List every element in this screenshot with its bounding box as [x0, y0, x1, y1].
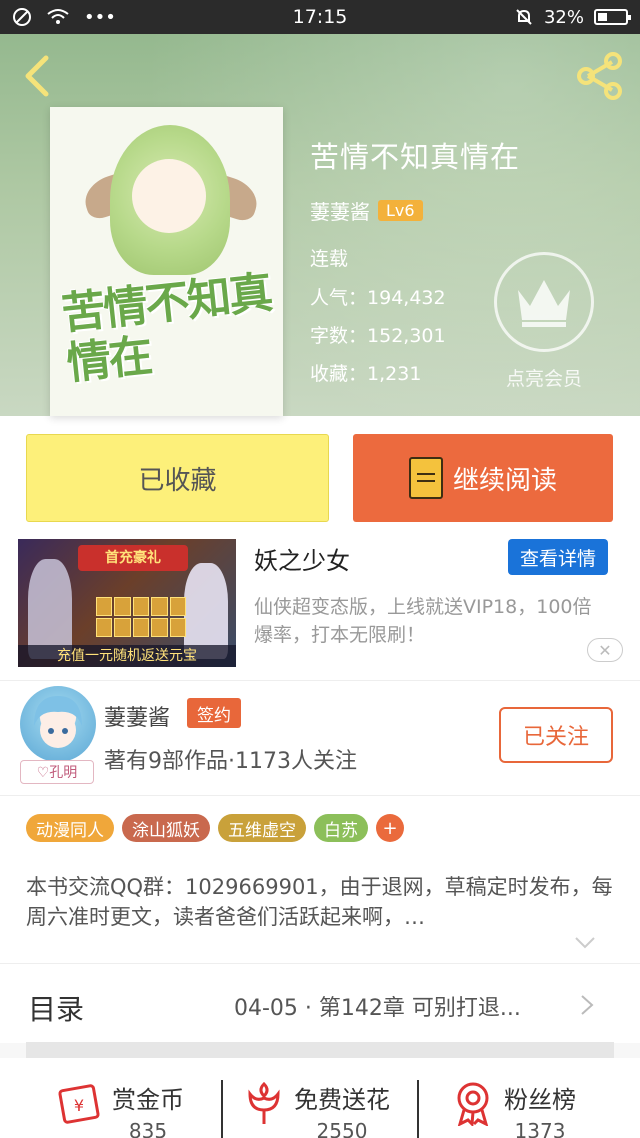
ad-figure-left	[28, 559, 72, 659]
mute-bell-icon	[516, 9, 532, 25]
status-time: 17:15	[292, 6, 348, 28]
sign-badge: 签约	[187, 698, 241, 728]
ad-image-grid	[96, 597, 186, 637]
book-author-line: 萋萋酱 Lv6	[310, 196, 423, 225]
ad-description: 仙侠超变态版，上线就送VIP18，100倍爆率，打本无限刷！	[254, 596, 592, 646]
ad-close-icon[interactable]: ✕	[587, 638, 623, 662]
tag-item[interactable]: 五维虚空	[218, 814, 306, 842]
book-title: 苦情不知真情在	[310, 140, 521, 174]
catalog-label[interactable]: 目录	[28, 988, 84, 1028]
tag-item[interactable]: 涂山狐妖	[122, 814, 210, 842]
ad-image-footer: 充值一元随机返送元宝	[18, 645, 236, 667]
chevron-down-icon[interactable]	[574, 936, 596, 950]
tag-list: 动漫同人 涂山狐妖 五维虚空 白苏 +	[26, 814, 404, 842]
chevron-right-icon[interactable]	[580, 994, 594, 1016]
avatar[interactable]	[20, 686, 96, 762]
favorites-value: 1,231	[367, 363, 422, 385]
book-words: 字数：152,301	[310, 321, 446, 348]
red-envelope-icon: ¥	[58, 1084, 100, 1124]
book-popularity: 人气：194,432	[310, 283, 446, 310]
popularity-value: 194,432	[367, 287, 446, 309]
ad-image-banner: 首充豪礼	[78, 545, 188, 571]
cover-face	[132, 159, 206, 233]
stat-divider	[417, 1080, 419, 1138]
ad-image[interactable]: 首充豪礼 充值一元随机返送元宝	[18, 539, 236, 667]
book-author-name[interactable]: 萋萋酱	[310, 196, 370, 225]
back-icon[interactable]	[16, 52, 56, 100]
latest-chapter[interactable]: 04-05 · 第142章 可别打退...	[234, 990, 521, 1022]
reward-coin-label: 赏金币	[112, 1086, 184, 1114]
section-divider	[26, 1042, 614, 1058]
add-tag-button[interactable]: +	[376, 814, 404, 842]
ad-detail-button[interactable]: 查看详情	[508, 539, 608, 575]
free-flower-stat[interactable]: 免费送花 2550	[244, 1080, 390, 1138]
medal-icon	[457, 1082, 489, 1126]
share-icon[interactable]	[572, 48, 628, 104]
fan-rank-value: 1373	[514, 1119, 566, 1138]
tag-item[interactable]: 白苏	[314, 814, 368, 842]
avatar-tag: ♡孔明	[20, 760, 94, 784]
flower-icon	[248, 1081, 280, 1124]
book-icon	[408, 457, 443, 499]
collected-button[interactable]: 已收藏	[26, 434, 329, 522]
vip-button[interactable]	[494, 252, 594, 352]
fan-rank-label: 粉丝榜	[504, 1086, 576, 1114]
cover-title-art: 苦情不知真情在	[59, 267, 274, 390]
crown-icon	[518, 280, 570, 327]
book-status: 连载	[310, 248, 349, 270]
follow-button[interactable]: 已关注	[499, 707, 613, 763]
continue-read-label: 继续阅读	[452, 465, 557, 496]
tag-item[interactable]: 动漫同人	[26, 814, 114, 842]
vip-label[interactable]: 点亮会员	[494, 364, 594, 391]
reward-coin-stat[interactable]: ¥ 赏金币 835	[56, 1080, 184, 1138]
svg-text:¥: ¥	[74, 1096, 84, 1115]
ad-title[interactable]: 妖之少女	[254, 541, 350, 576]
free-flower-label: 免费送花	[294, 1086, 390, 1114]
book-description: 本书交流QQ群：1029669901，由于退网，草稿定时发布，每周六准时更文，读…	[26, 875, 613, 929]
favorites-label: 收藏：	[310, 363, 368, 385]
wifi-icon	[47, 9, 69, 24]
level-badge: Lv6	[378, 200, 423, 221]
no-sim-icon	[13, 8, 31, 26]
reward-coin-value: 835	[128, 1119, 168, 1138]
free-flower-value: 2550	[316, 1119, 368, 1138]
fan-rank-stat[interactable]: 粉丝榜 1373	[452, 1080, 576, 1138]
words-value: 152,301	[367, 325, 446, 347]
status-bar: ••• 17:15 32%	[0, 0, 640, 34]
continue-read-button[interactable]: 继续阅读	[353, 434, 613, 522]
stat-divider	[221, 1080, 223, 1138]
battery-icon	[594, 9, 631, 25]
more-dots-icon: •••	[84, 6, 116, 28]
author-name[interactable]: 萋萋酱	[104, 700, 170, 732]
words-label: 字数：	[310, 325, 368, 347]
battery-percent: 32%	[543, 6, 584, 28]
book-favorites: 收藏：1,231	[310, 359, 421, 386]
book-cover[interactable]: 苦情不知真情在	[50, 107, 283, 416]
avatar-face-icon	[34, 696, 82, 748]
author-info: 著有9部作品·1173人关注	[104, 749, 357, 774]
popularity-label: 人气：	[310, 287, 368, 309]
